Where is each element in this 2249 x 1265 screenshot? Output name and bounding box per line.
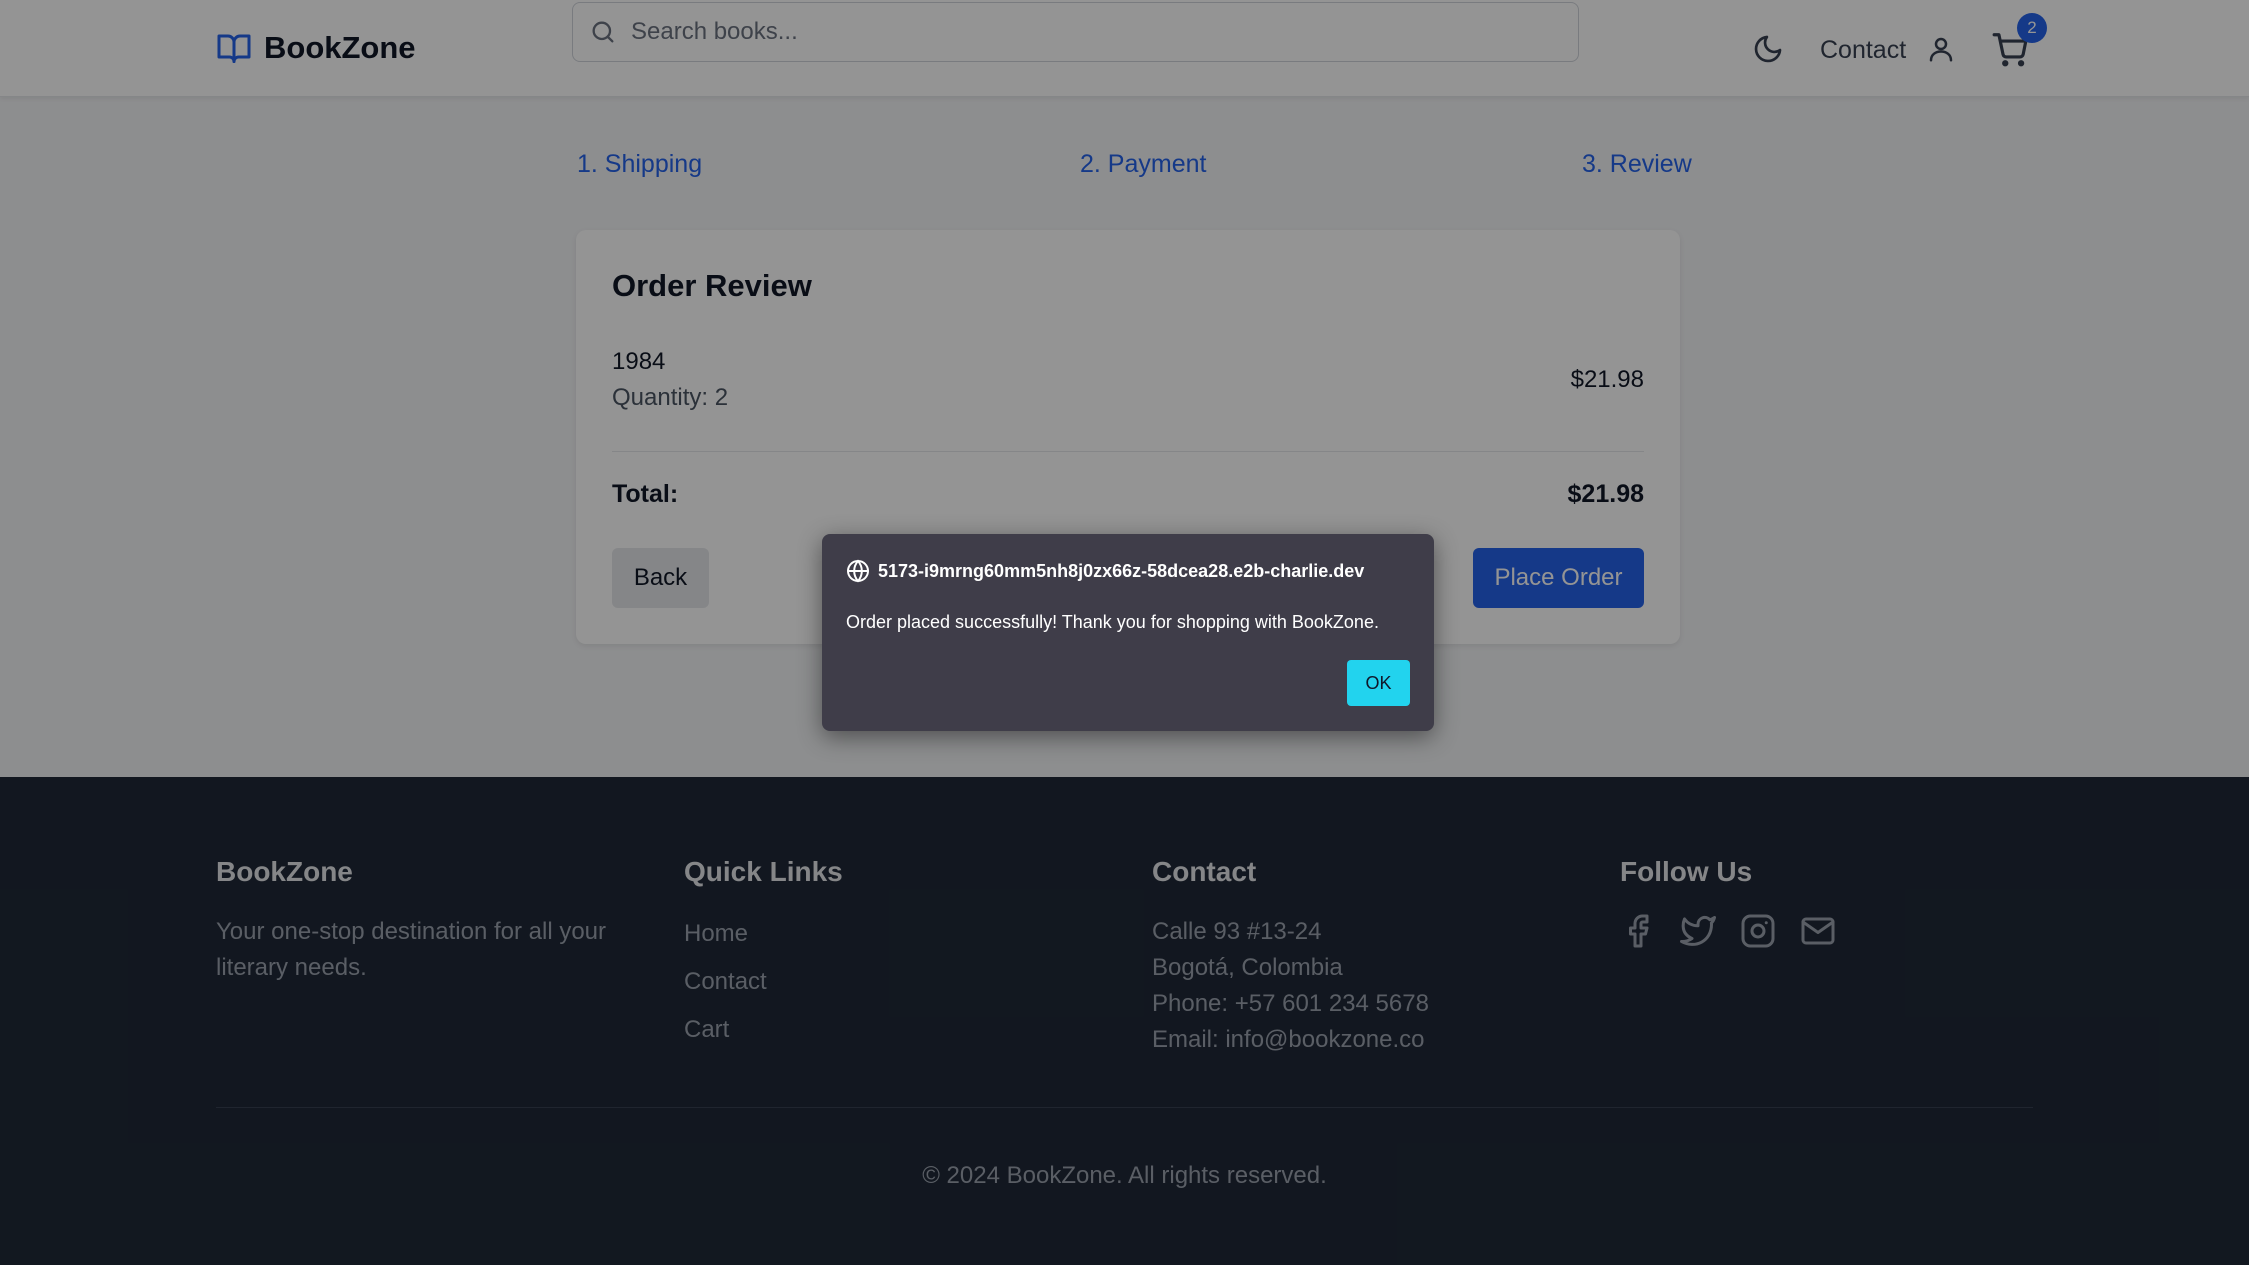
- dialog-origin: 5173-i9mrng60mm5nh8j0zx66z-58dcea28.e2b-…: [846, 559, 1364, 583]
- globe-icon: [847, 559, 869, 583]
- ok-button[interactable]: OK: [1347, 660, 1410, 706]
- dialog-message: Order placed successfully! Thank you for…: [846, 612, 1379, 632]
- alert-dialog: 5173-i9mrng60mm5nh8j0zx66z-58dcea28.e2b-…: [822, 534, 1434, 731]
- dialog-origin-text: 5173-i9mrng60mm5nh8j0zx66z-58dcea28.e2b-…: [878, 560, 1365, 581]
